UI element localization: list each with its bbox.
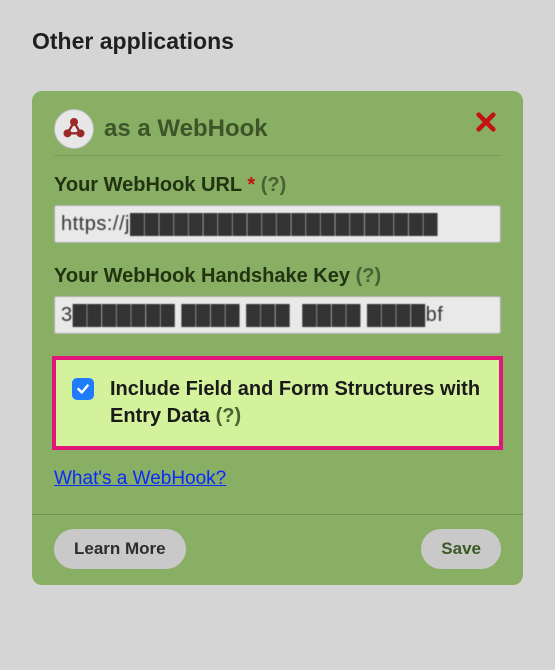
page-title: Other applications bbox=[32, 28, 523, 55]
learn-more-button[interactable]: Learn More bbox=[54, 529, 186, 569]
handshake-key-label: Your WebHook Handshake Key (?) bbox=[54, 265, 501, 288]
webhook-url-label: Your WebHook URL * (?) bbox=[54, 174, 501, 197]
include-structures-checkbox[interactable] bbox=[72, 378, 94, 400]
include-structures-highlight: Include Field and Form Structures with E… bbox=[52, 356, 503, 450]
handshake-key-input[interactable] bbox=[54, 296, 501, 334]
card-footer: Learn More Save bbox=[32, 514, 523, 569]
url-help-icon[interactable]: (?) bbox=[261, 174, 287, 196]
label-text: Your WebHook Handshake Key bbox=[54, 265, 350, 287]
webhook-url-group: Your WebHook URL * (?) bbox=[54, 174, 501, 243]
include-structures-label: Include Field and Form Structures with E… bbox=[110, 376, 487, 430]
checkbox-label-text: Include Field and Form Structures with E… bbox=[110, 378, 480, 427]
required-indicator: * bbox=[247, 174, 255, 196]
close-icon[interactable] bbox=[475, 111, 497, 138]
save-button[interactable]: Save bbox=[421, 529, 501, 569]
webhook-url-input[interactable] bbox=[54, 205, 501, 243]
card-header: as a WebHook bbox=[54, 109, 501, 156]
whats-a-webhook-link[interactable]: What's a WebHook? bbox=[54, 468, 226, 490]
label-text: Your WebHook URL bbox=[54, 174, 242, 196]
webhook-icon bbox=[54, 109, 94, 149]
include-structures-help-icon[interactable]: (?) bbox=[216, 405, 242, 427]
card-title: as a WebHook bbox=[104, 115, 268, 143]
key-help-icon[interactable]: (?) bbox=[356, 265, 382, 287]
webhook-card: as a WebHook Your WebHook URL * (?) Your… bbox=[32, 91, 523, 585]
handshake-key-group: Your WebHook Handshake Key (?) bbox=[54, 265, 501, 334]
